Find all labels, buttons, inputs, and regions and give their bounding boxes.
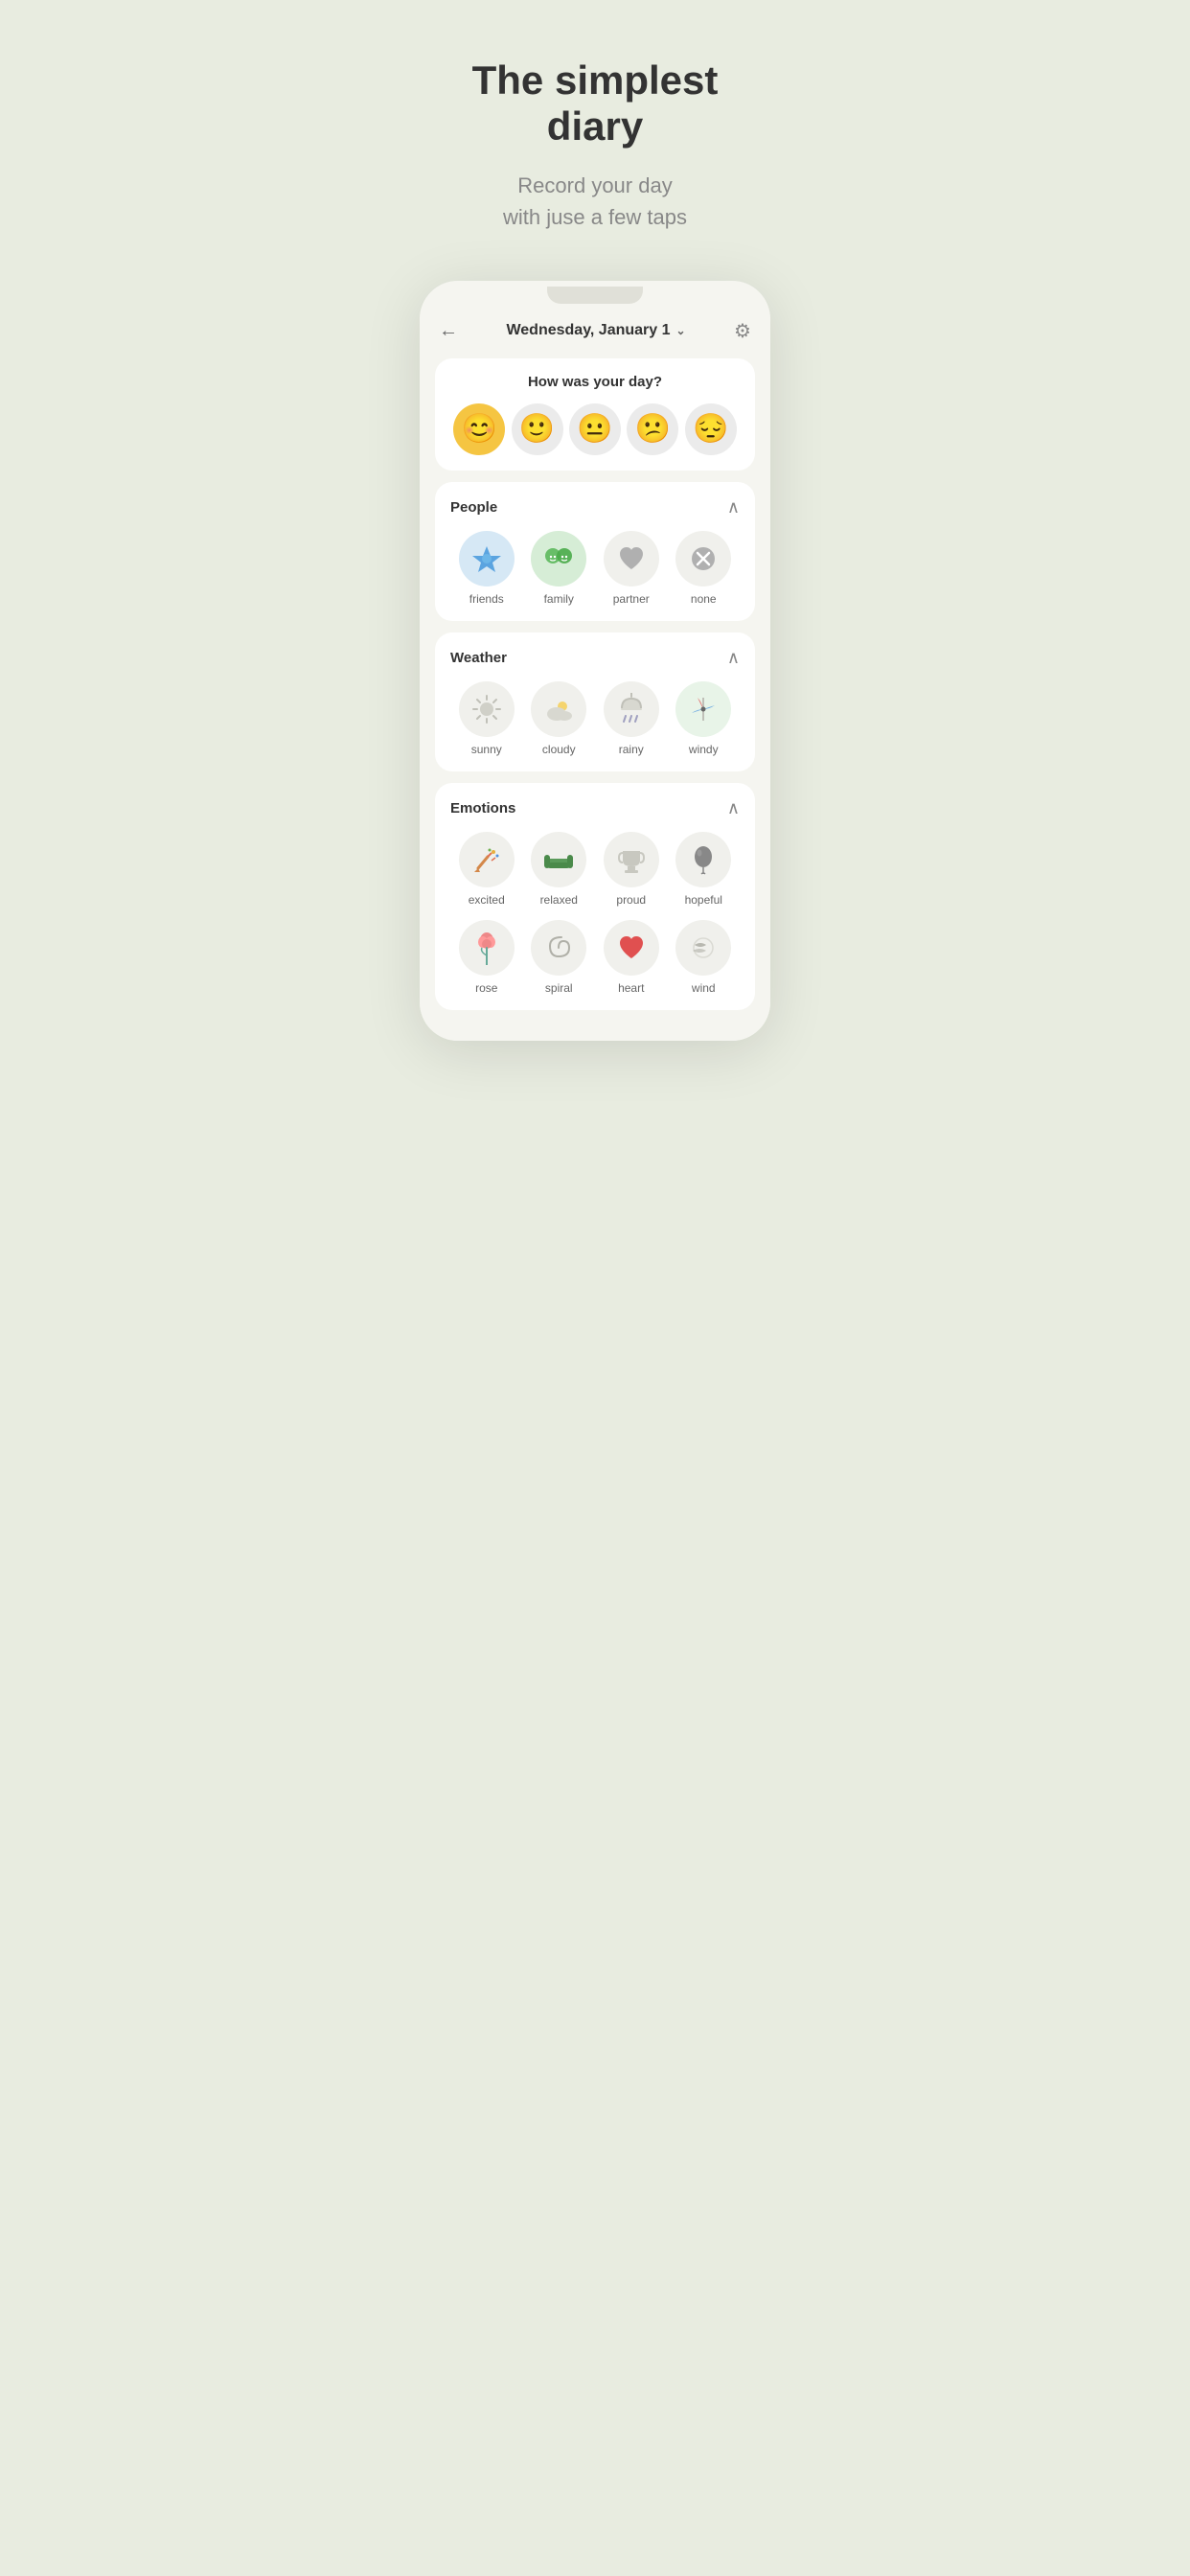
heart-label: heart bbox=[618, 981, 644, 995]
weather-cloudy[interactable]: cloudy bbox=[531, 681, 586, 756]
weather-title: Weather bbox=[450, 650, 507, 666]
emotion-heart[interactable]: heart bbox=[604, 920, 659, 995]
family-icon bbox=[531, 531, 586, 586]
mood-awful[interactable]: 😔 bbox=[685, 403, 737, 455]
people-item-friends[interactable]: friends bbox=[459, 531, 515, 606]
excited-label: excited bbox=[469, 893, 505, 907]
people-toggle[interactable]: ∧ bbox=[727, 497, 740, 518]
friends-label: friends bbox=[469, 592, 504, 606]
emotion-excited[interactable]: excited bbox=[459, 832, 515, 907]
weather-windy[interactable]: windy bbox=[675, 681, 731, 756]
emotion-wind[interactable]: wind bbox=[675, 920, 731, 995]
phone-notch-area bbox=[420, 281, 770, 308]
mood-card: How was your day? 😊 🙂 😐 😕 😔 bbox=[435, 358, 755, 471]
none-label: none bbox=[691, 592, 717, 606]
hero-title: The simplest diary bbox=[420, 58, 770, 150]
hero-subtitle: Record your day with juse a few taps bbox=[420, 170, 770, 233]
mood-row: 😊 🙂 😐 😕 😔 bbox=[450, 403, 740, 455]
emotion-hopeful[interactable]: hopeful bbox=[675, 832, 731, 907]
emotions-toggle[interactable]: ∧ bbox=[727, 798, 740, 818]
emotions-section-header: Emotions ∧ bbox=[450, 798, 740, 818]
weather-section-header: Weather ∧ bbox=[450, 648, 740, 668]
phone-notch bbox=[547, 287, 643, 304]
windy-label: windy bbox=[689, 743, 719, 756]
people-item-none[interactable]: none bbox=[675, 531, 731, 606]
emotions-row1: excited relaxed bbox=[450, 832, 740, 907]
people-title: People bbox=[450, 499, 497, 516]
mood-bad[interactable]: 😕 bbox=[627, 403, 678, 455]
emotions-title: Emotions bbox=[450, 800, 515, 816]
weather-rainy[interactable]: rainy bbox=[604, 681, 659, 756]
heart-icon bbox=[604, 920, 659, 976]
weather-sunny[interactable]: sunny bbox=[459, 681, 515, 756]
sunny-icon bbox=[459, 681, 515, 737]
cloudy-label: cloudy bbox=[542, 743, 576, 756]
hopeful-icon bbox=[675, 832, 731, 887]
proud-label: proud bbox=[616, 893, 646, 907]
phone-mockup: ← Wednesday, January 1 ⌄ ⚙ How was your … bbox=[420, 281, 770, 1041]
spiral-label: spiral bbox=[545, 981, 573, 995]
relaxed-icon bbox=[531, 832, 586, 887]
sunny-label: sunny bbox=[471, 743, 502, 756]
none-icon bbox=[675, 531, 731, 586]
mood-neutral[interactable]: 😐 bbox=[569, 403, 621, 455]
emotions-row2: rose spiral bbox=[450, 920, 740, 995]
app-header: ← Wednesday, January 1 ⌄ ⚙ bbox=[420, 308, 770, 358]
chevron-down-icon: ⌄ bbox=[676, 324, 686, 337]
emotions-card: Emotions ∧ bbox=[435, 783, 755, 1010]
family-label: family bbox=[544, 592, 574, 606]
spiral-icon bbox=[531, 920, 586, 976]
emotion-proud[interactable]: proud bbox=[604, 832, 659, 907]
cloudy-icon bbox=[531, 681, 586, 737]
people-grid: friends bbox=[450, 531, 740, 606]
emotion-rose[interactable]: rose bbox=[459, 920, 515, 995]
settings-button[interactable]: ⚙ bbox=[734, 319, 751, 343]
people-section-header: People ∧ bbox=[450, 497, 740, 518]
page-wrapper: The simplest diary Record your day with … bbox=[397, 0, 793, 1079]
back-button[interactable]: ← bbox=[439, 320, 458, 342]
people-card: People ∧ friends bbox=[435, 482, 755, 621]
date-button[interactable]: Wednesday, January 1 ⌄ bbox=[506, 322, 685, 339]
emotion-spiral[interactable]: spiral bbox=[531, 920, 586, 995]
mood-question: How was your day? bbox=[450, 374, 740, 390]
phone-content: ← Wednesday, January 1 ⌄ ⚙ How was your … bbox=[420, 308, 770, 1041]
excited-icon bbox=[459, 832, 515, 887]
date-label: Wednesday, January 1 bbox=[506, 322, 670, 339]
emotion-relaxed[interactable]: relaxed bbox=[531, 832, 586, 907]
rainy-label: rainy bbox=[619, 743, 644, 756]
partner-icon bbox=[604, 531, 659, 586]
weather-toggle[interactable]: ∧ bbox=[727, 648, 740, 668]
windy-icon bbox=[675, 681, 731, 737]
rainy-icon bbox=[604, 681, 659, 737]
people-item-partner[interactable]: partner bbox=[604, 531, 659, 606]
friends-icon bbox=[459, 531, 515, 586]
people-item-family[interactable]: family bbox=[531, 531, 586, 606]
weather-card: Weather ∧ bbox=[435, 632, 755, 771]
weather-grid: sunny cloudy bbox=[450, 681, 740, 756]
rose-label: rose bbox=[475, 981, 497, 995]
mood-good[interactable]: 🙂 bbox=[512, 403, 563, 455]
hopeful-label: hopeful bbox=[685, 893, 722, 907]
partner-label: partner bbox=[613, 592, 650, 606]
proud-icon bbox=[604, 832, 659, 887]
rose-icon bbox=[459, 920, 515, 976]
wind-label: wind bbox=[692, 981, 716, 995]
wind-icon bbox=[675, 920, 731, 976]
relaxed-label: relaxed bbox=[540, 893, 578, 907]
mood-great[interactable]: 😊 bbox=[453, 403, 505, 455]
